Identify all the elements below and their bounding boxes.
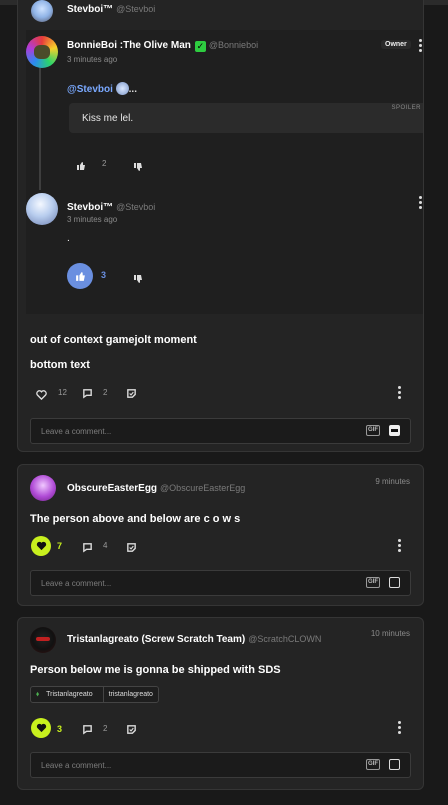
avatar[interactable] [31, 0, 53, 22]
spoiler-label: SPOILER [391, 105, 421, 111]
username[interactable]: BonnieBoi :The Olive Man ✓ @Bonnieboi [67, 40, 258, 52]
timestamp: 3 minutes ago [67, 55, 118, 64]
gif-icon[interactable]: GIF [366, 577, 380, 588]
post-body: bottom text [30, 359, 90, 371]
like-count: 7 [57, 541, 63, 551]
sticker-icon[interactable] [389, 577, 400, 588]
avatar[interactable] [30, 475, 56, 501]
like-count: 2 [102, 159, 107, 168]
more-icon[interactable] [398, 386, 401, 399]
username[interactable]: ObscureEasterEgg @ObscureEasterEgg [67, 483, 245, 494]
gif-icon[interactable]: GIF [366, 759, 380, 770]
owner-badge: Owner [381, 40, 411, 49]
gif-icon[interactable]: GIF [366, 425, 380, 436]
avatar[interactable] [30, 627, 56, 653]
linked-account-chip[interactable]: ⬧ Tristanlagreato tristanlagreato [30, 686, 159, 703]
sticker-icon[interactable] [126, 386, 137, 404]
post-card: Tristanlagreato (Screw Scratch Team) @Scr… [17, 617, 424, 790]
mention-link[interactable]: @Stevboi ... [67, 82, 137, 95]
comment-count: 2 [103, 724, 108, 733]
comment-count: 4 [103, 541, 108, 550]
comment-icon[interactable] [82, 722, 93, 740]
sticker-icon[interactable] [126, 722, 137, 740]
like-count: 3 [101, 270, 107, 280]
username[interactable]: Stevboi™ @Stevboi [67, 4, 155, 15]
post-card: Stevboi™ @Stevboi BonnieBoi :The Olive Ma… [17, 0, 424, 452]
comment-input[interactable] [31, 753, 351, 777]
comment-field[interactable]: GIF [30, 570, 411, 596]
comment-field[interactable]: GIF [30, 752, 411, 778]
chip-name: ⬧ Tristanlagreato [36, 690, 93, 698]
username[interactable]: Stevboi™ @Stevboi [67, 202, 155, 213]
heart-icon[interactable] [31, 536, 51, 556]
more-icon[interactable] [398, 539, 401, 552]
timestamp: 9 minutes [375, 477, 410, 486]
thumbs-down-icon[interactable] [133, 271, 143, 289]
more-icon[interactable] [419, 196, 422, 209]
post-card: ObscureEasterEgg @ObscureEasterEgg 9 minu… [17, 464, 424, 606]
comment-count: 2 [103, 388, 108, 397]
heart-icon[interactable] [31, 718, 51, 738]
timestamp: 3 minutes ago [67, 215, 118, 224]
post-body: Person below me is gonna be shipped with… [30, 664, 281, 676]
more-icon[interactable] [419, 39, 422, 52]
verified-icon: ✓ [194, 41, 206, 52]
reply-body: . [67, 233, 70, 244]
like-count: 3 [57, 724, 63, 734]
heart-icon[interactable] [36, 387, 47, 405]
avatar [115, 82, 129, 95]
avatar[interactable] [26, 36, 58, 68]
sticker-icon[interactable] [389, 759, 400, 770]
comment-field[interactable]: GIF [30, 418, 411, 444]
username[interactable]: Tristanlagreato (Screw Scratch Team) @Scr… [67, 634, 321, 645]
comment-input[interactable] [31, 419, 351, 443]
thumbs-up-icon[interactable] [76, 158, 86, 176]
sticker-icon[interactable] [126, 540, 137, 558]
comment-input[interactable] [31, 571, 351, 595]
comment-icon[interactable] [82, 386, 93, 404]
thumbs-down-icon[interactable] [133, 159, 143, 177]
sticker-icon[interactable] [389, 425, 400, 436]
timestamp: 10 minutes [370, 629, 410, 638]
thread-line [39, 64, 41, 190]
more-icon[interactable] [398, 721, 401, 734]
spoiler-text: Kiss me lel. [82, 113, 134, 124]
spoiler-block[interactable]: SPOILER Kiss me lel. [69, 103, 423, 133]
post-body: The person above and below are c o w s [30, 513, 241, 525]
thumbs-up-icon[interactable] [67, 263, 93, 289]
comment-icon[interactable] [82, 540, 93, 558]
chip-value: tristanlagreato [108, 691, 153, 698]
post-title: out of context gamejolt moment [30, 334, 197, 346]
like-count: 12 [58, 388, 67, 397]
avatar[interactable] [26, 193, 58, 225]
